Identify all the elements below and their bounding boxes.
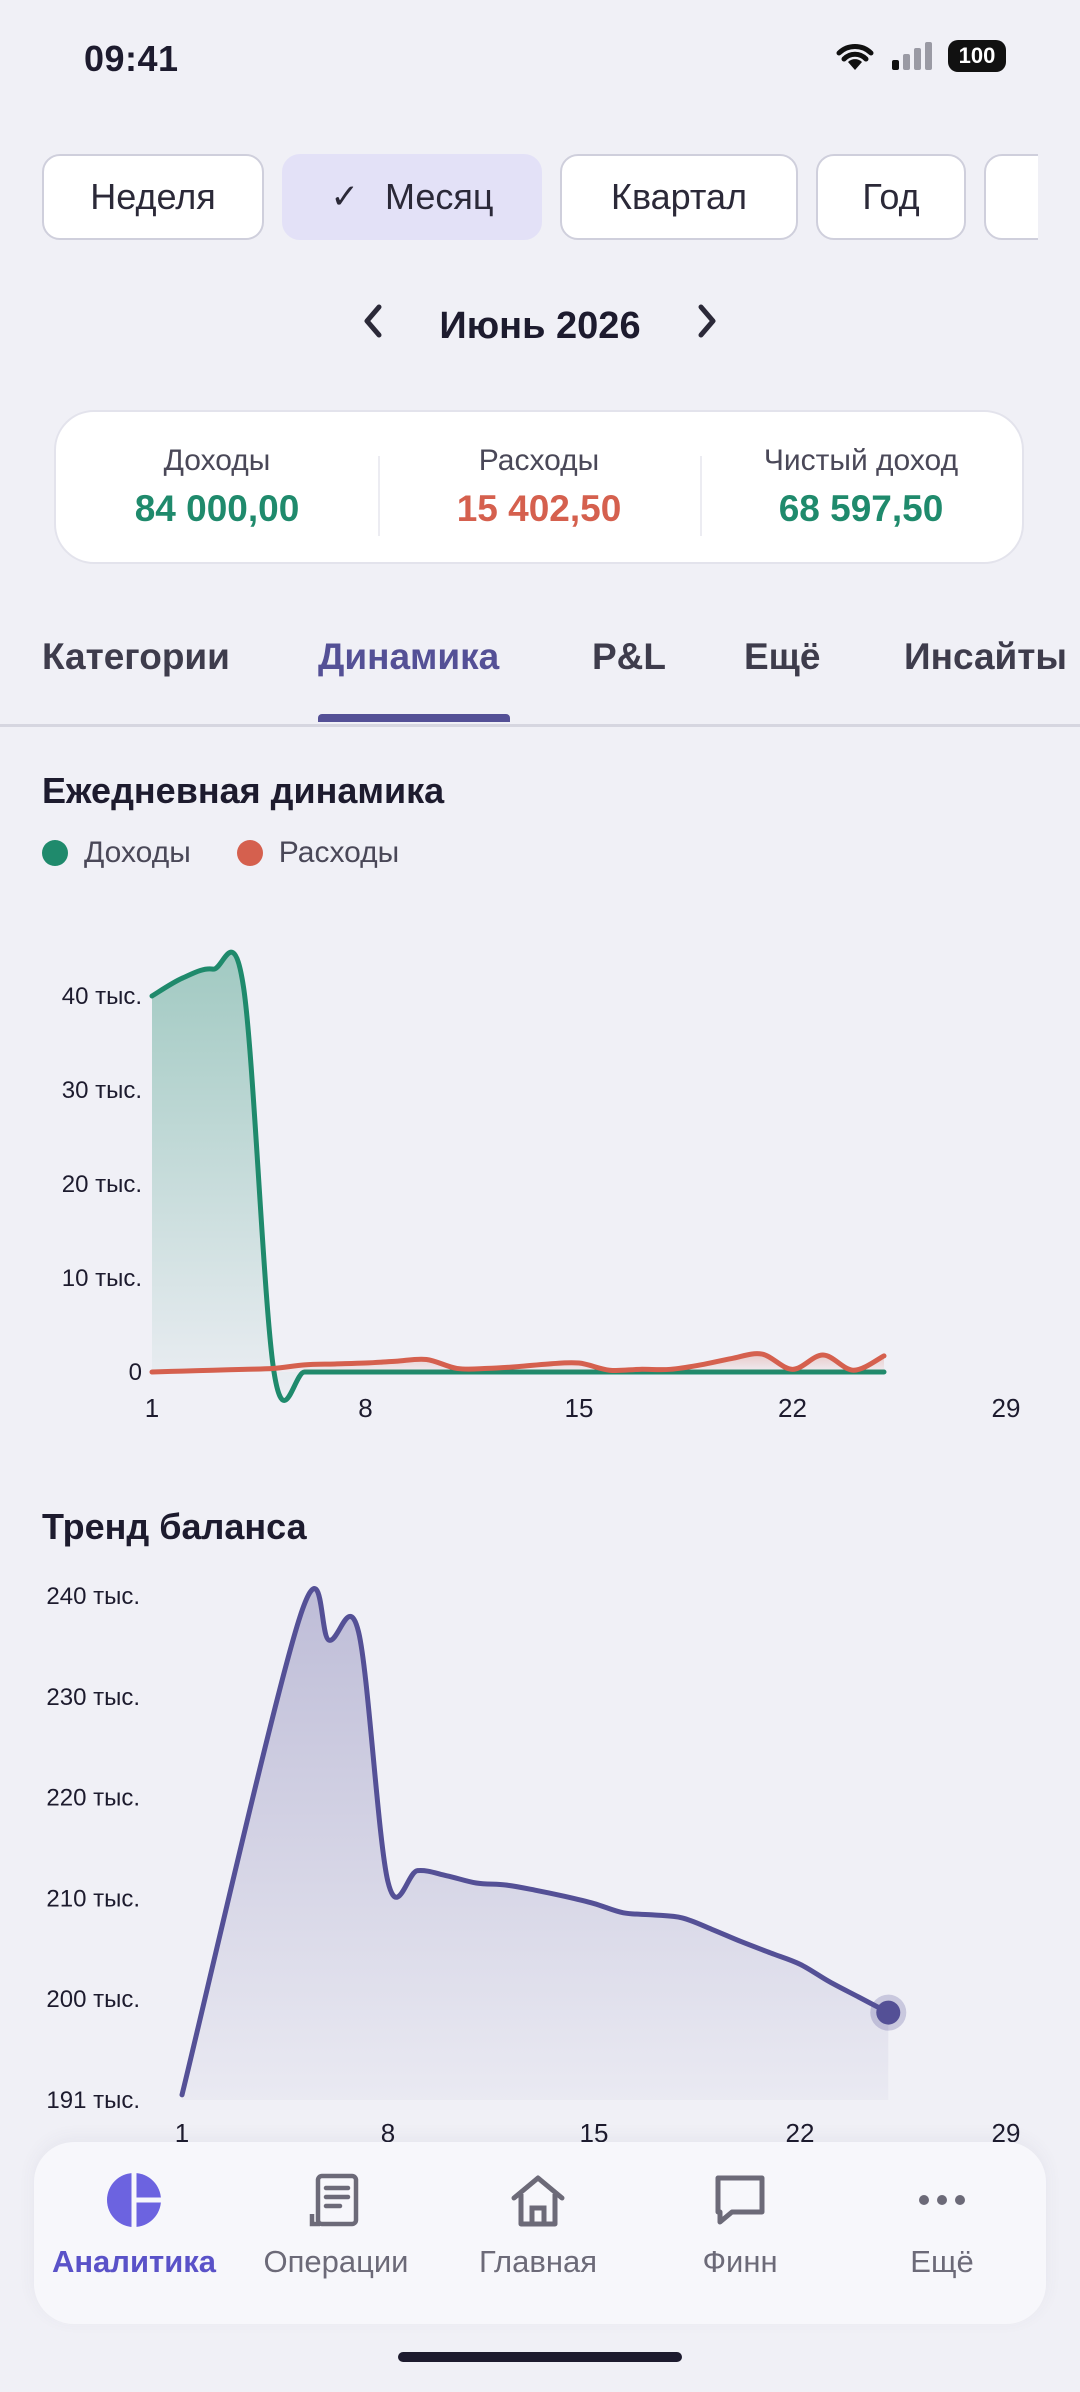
month-navigation: Июнь 2026 — [0, 296, 1080, 356]
period-chip-label: Квартал — [610, 176, 748, 217]
nav-home[interactable]: Главная — [438, 2170, 638, 2280]
month-label: Июнь 2026 — [439, 304, 641, 347]
period-chip-week[interactable]: Неделя — [42, 154, 264, 240]
cellular-signal-icon — [892, 42, 932, 70]
expense-value: 15 402,50 — [456, 488, 622, 529]
nav-more[interactable]: Ещё — [842, 2170, 1042, 2280]
period-chip-quarter[interactable]: Квартал — [560, 154, 798, 240]
x-tick-label: 29 — [992, 2118, 1021, 2142]
nav-operations[interactable]: Операции — [236, 2170, 436, 2280]
net-summary: Чистый доход 68 597,50 — [700, 444, 1022, 536]
y-tick-label: 220 тыс. — [46, 1785, 140, 1812]
summary-card: Доходы 84 000,00 Расходы 15 402,50 Чисты… — [54, 410, 1024, 564]
y-tick-label: 210 тыс. — [46, 1885, 140, 1912]
nav-label: Аналитика — [51, 2244, 217, 2279]
series-area-0 — [152, 952, 884, 1401]
bottom-navigation: Аналитика Операции Главная Финн Ещё — [34, 2142, 1046, 2324]
x-tick-label: 15 — [580, 2118, 609, 2142]
y-tick-label: 191 тыс. — [46, 2087, 140, 2114]
tab-dynamics[interactable]: Динамика — [318, 636, 499, 678]
y-tick-label: 200 тыс. — [46, 1986, 140, 2013]
nav-finn[interactable]: Финн — [640, 2170, 840, 2280]
tab-pnl[interactable]: P&L — [592, 636, 666, 678]
x-tick-label: 8 — [358, 1393, 372, 1423]
net-value: 68 597,50 — [778, 488, 944, 529]
y-tick-label: 30 тыс. — [62, 1077, 142, 1104]
legend-expense-dot — [236, 840, 263, 866]
pie-chart-icon — [107, 2173, 161, 2227]
active-tab-indicator — [318, 714, 510, 722]
x-tick-label: 29 — [992, 1393, 1021, 1423]
daily-chart-legend: Доходы Расходы — [42, 836, 399, 870]
receipt-icon — [309, 2173, 359, 2227]
nav-analytics[interactable]: Аналитика — [34, 2170, 234, 2280]
nav-label: Ещё — [910, 2244, 974, 2279]
x-tick-label: 22 — [786, 2118, 815, 2142]
y-tick-label: 10 тыс. — [62, 1265, 142, 1292]
chat-icon — [715, 2175, 765, 2225]
period-chip-more[interactable] — [984, 154, 1038, 240]
battery-icon: 100 — [948, 40, 1006, 72]
period-chip-label: Месяц — [384, 176, 494, 217]
legend-expense-label: Расходы — [278, 836, 400, 869]
legend-income-dot — [42, 840, 68, 866]
y-tick-label: 240 тыс. — [46, 1583, 140, 1610]
status-icons: 100 — [834, 40, 1006, 72]
daily-chart-title: Ежедневная динамика — [42, 770, 445, 811]
nav-label: Главная — [479, 2244, 597, 2279]
last-point-marker — [876, 2000, 901, 2025]
period-selector: Неделя ✓ Месяц Квартал Год — [42, 154, 1038, 244]
period-chip-month[interactable]: ✓ Месяц — [282, 154, 542, 240]
expense-summary: Расходы 15 402,50 — [378, 444, 700, 536]
check-icon: ✓ — [330, 178, 359, 216]
wifi-icon — [836, 44, 874, 70]
y-tick-label: 40 тыс. — [62, 983, 142, 1010]
home-icon — [511, 2175, 565, 2227]
tab-insights[interactable]: Инсайты — [904, 636, 1067, 678]
home-indicator[interactable] — [398, 2352, 682, 2362]
y-tick-label: 0 — [129, 1359, 142, 1386]
tab-categories[interactable]: Категории — [42, 636, 230, 678]
tab-more[interactable]: Ещё — [744, 636, 820, 678]
x-tick-label: 8 — [381, 2118, 395, 2142]
chevron-right-icon[interactable] — [693, 301, 721, 351]
nav-label: Операции — [263, 2244, 409, 2279]
y-tick-label: 230 тыс. — [46, 1684, 140, 1711]
status-time: 09:41 — [84, 38, 179, 79]
y-tick-label: 20 тыс. — [62, 1171, 142, 1198]
x-tick-label: 1 — [175, 2118, 189, 2142]
x-tick-label: 15 — [565, 1393, 594, 1423]
income-label: Доходы — [163, 444, 271, 477]
nav-label: Финн — [702, 2244, 778, 2279]
balance-chart-title: Тренд баланса — [42, 1506, 307, 1547]
chevron-left-icon[interactable] — [359, 301, 387, 351]
more-icon — [919, 2195, 965, 2205]
daily-dynamics-chart: 0 10 тыс. 20 тыс. 30 тыс. 40 тыс. 1 8 15 22 29 — [62, 949, 1021, 1423]
period-chip-label: Год — [862, 176, 920, 217]
period-chip-label: Неделя — [90, 176, 216, 217]
period-chip-year[interactable]: Год — [816, 154, 966, 240]
net-label: Чистый доход — [763, 444, 959, 477]
analytics-tabs: Категории Динамика P&L Ещё Инсайты — [0, 628, 1080, 727]
income-value: 84 000,00 — [134, 488, 300, 529]
x-tick-label: 1 — [145, 1393, 159, 1423]
balance-trend-chart: 191 тыс. 200 тыс. 210 тыс. 220 тыс. 230 тыс.… — [46, 1583, 1021, 2142]
income-summary: Доходы 84 000,00 — [56, 444, 378, 530]
x-tick-label: 22 — [778, 1393, 807, 1423]
expense-label: Расходы — [478, 444, 600, 477]
legend-income-label: Доходы — [84, 836, 191, 869]
